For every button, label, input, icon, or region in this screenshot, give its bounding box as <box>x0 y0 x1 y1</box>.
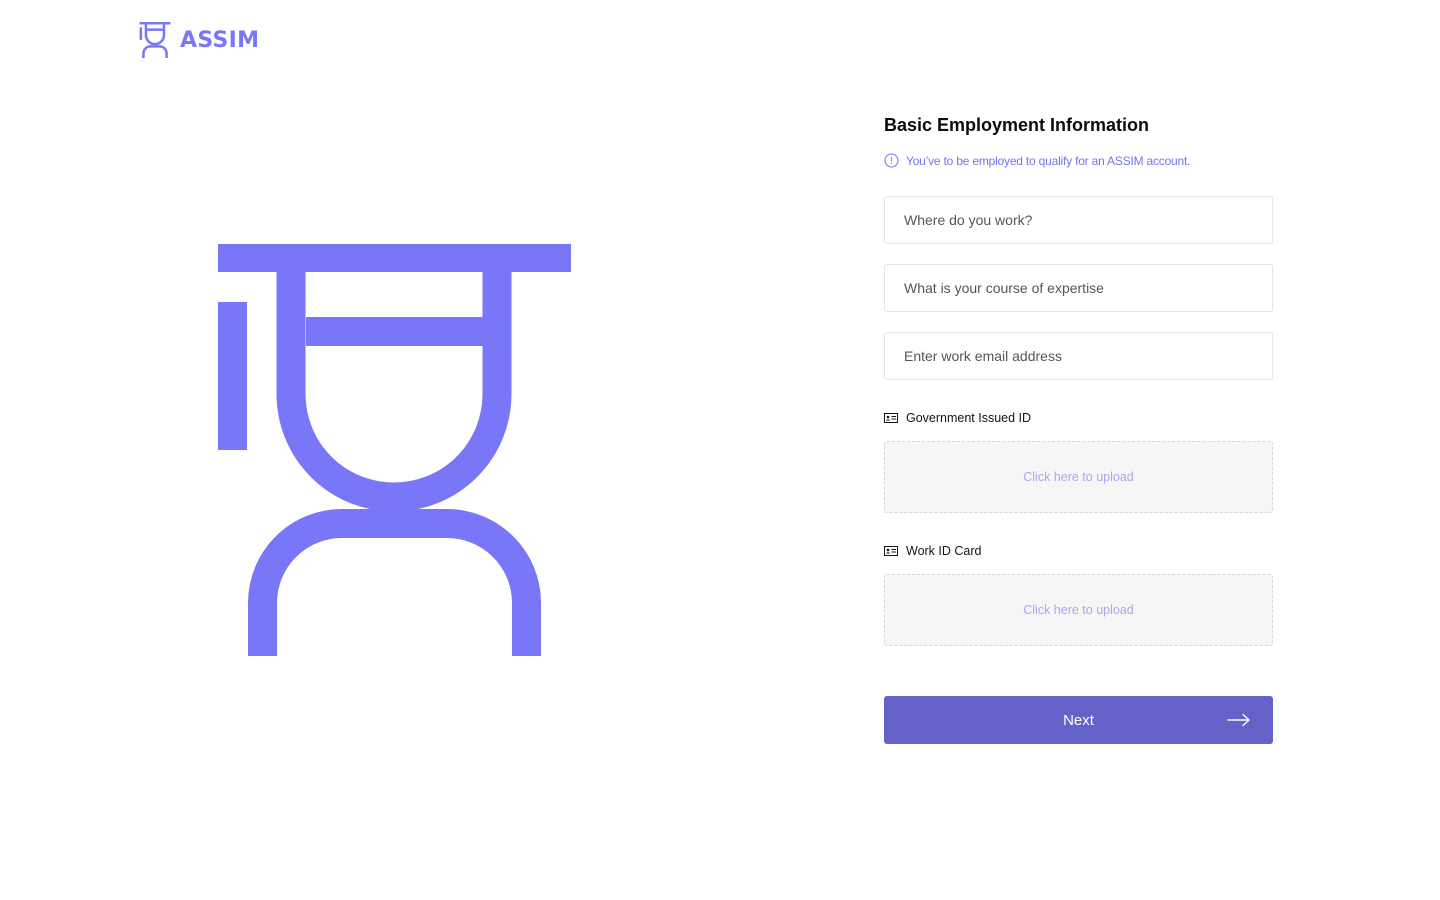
employment-form: Basic Employment Information You’ve to b… <box>884 114 1273 744</box>
next-button-label: Next <box>1063 711 1094 729</box>
assim-hero-illustration <box>218 244 571 656</box>
government-id-label: Government Issued ID <box>884 411 1273 425</box>
government-id-label-text: Government Issued ID <box>906 411 1032 425</box>
assim-logo-icon <box>139 22 171 58</box>
eligibility-notice: You’ve to be employed to qualify for an … <box>884 153 1273 168</box>
upload-action-text: Click here to upload <box>1023 470 1134 484</box>
government-id-upload[interactable]: Click here to upload <box>884 441 1273 513</box>
workplace-input[interactable] <box>884 196 1273 244</box>
work-id-label-text: Work ID Card <box>906 544 982 558</box>
id-card-icon <box>884 546 898 556</box>
work-email-input[interactable] <box>884 332 1273 380</box>
brand[interactable]: ASSIM <box>139 22 259 58</box>
notice-text: You’ve to be employed to qualify for an … <box>906 153 1191 168</box>
expertise-input[interactable] <box>884 264 1273 312</box>
upload-action-text: Click here to upload <box>1023 603 1134 617</box>
work-id-label: Work ID Card <box>884 544 1273 558</box>
brand-name: ASSIM <box>180 27 260 53</box>
work-id-upload[interactable]: Click here to upload <box>884 574 1273 646</box>
arrow-right-icon <box>1227 713 1250 727</box>
form-title: Basic Employment Information <box>884 115 1150 135</box>
next-button[interactable]: Next <box>884 696 1273 744</box>
info-circle-icon <box>884 153 899 168</box>
id-card-icon <box>884 413 898 423</box>
